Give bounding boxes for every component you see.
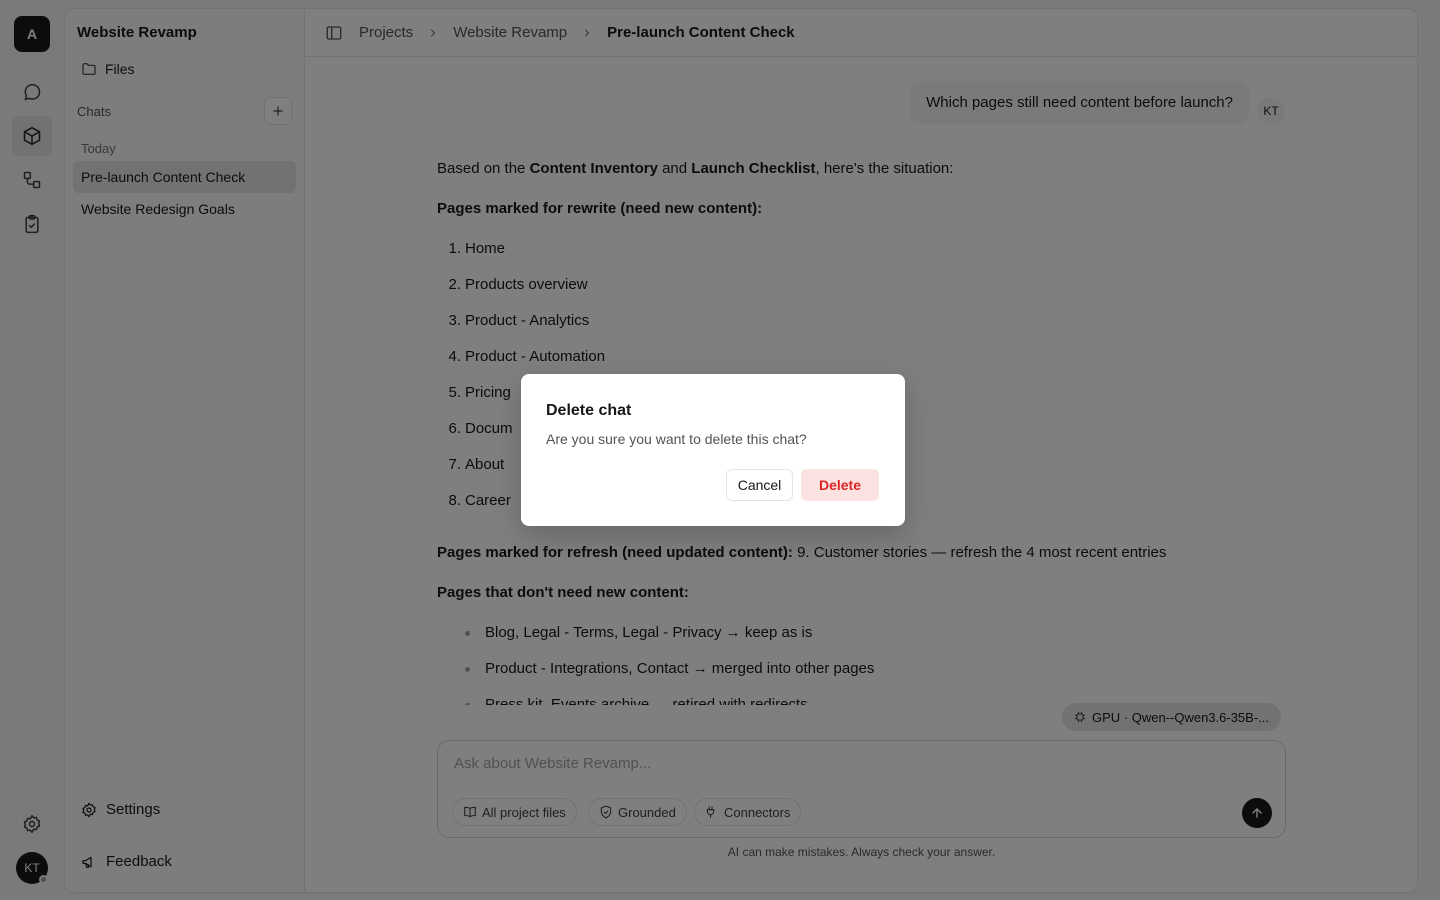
- cancel-button[interactable]: Cancel: [726, 469, 793, 501]
- dialog-message: Are you sure you want to delete this cha…: [546, 431, 807, 447]
- dialog-title: Delete chat: [546, 402, 632, 419]
- delete-chat-dialog: Delete chat Are you sure you want to del…: [521, 374, 905, 526]
- delete-button[interactable]: Delete: [801, 469, 879, 501]
